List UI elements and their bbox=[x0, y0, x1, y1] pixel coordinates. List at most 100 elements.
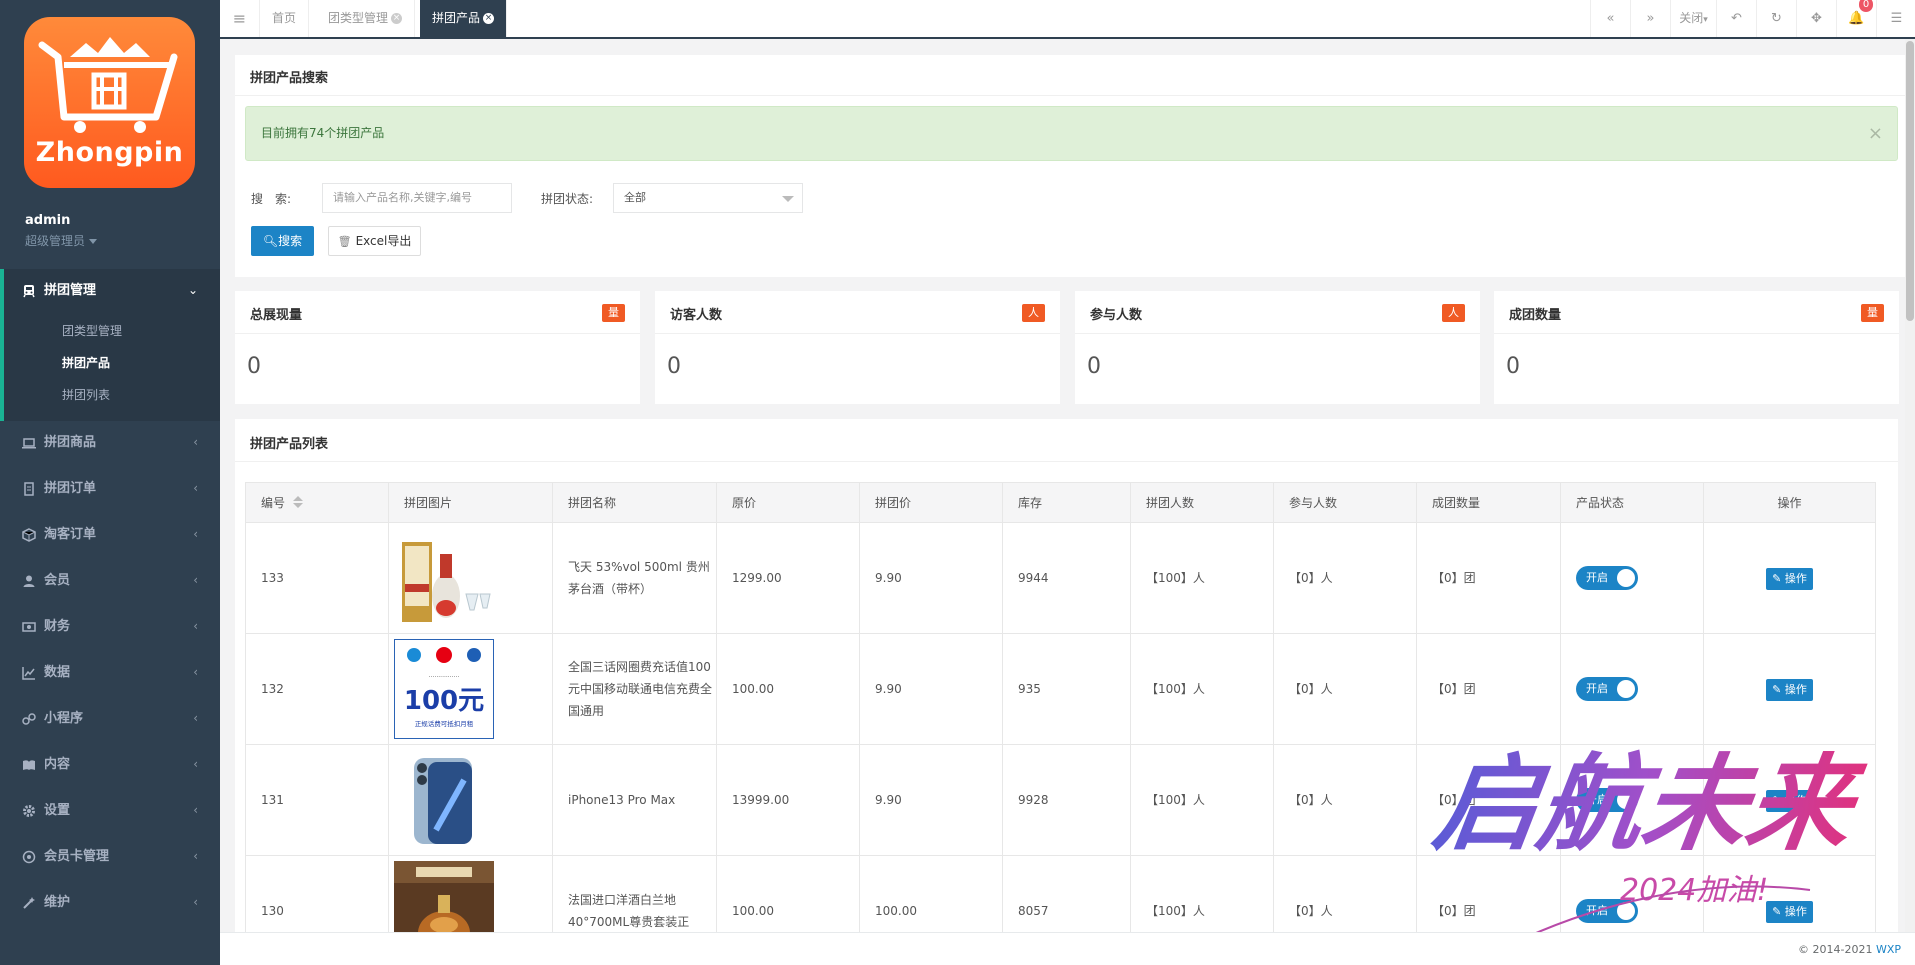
cell-joined: 【0】人 bbox=[1273, 633, 1417, 745]
stat-card-participants: 参与人数 人 0 bbox=[1075, 291, 1480, 404]
chevron-left-icon: ‹ bbox=[193, 895, 198, 909]
user-role-dropdown[interactable]: 超级管理员 bbox=[25, 232, 98, 249]
cell-joined: 【0】人 bbox=[1273, 522, 1417, 634]
chevron-left-icon: ‹ bbox=[193, 803, 198, 817]
sidebar-group-miniprogram[interactable]: 小程序 bbox=[22, 709, 83, 729]
user-name[interactable]: admin bbox=[25, 213, 70, 228]
back-icon[interactable]: ↶ bbox=[1716, 0, 1756, 37]
sidebar-group-label: 拼团管理 bbox=[44, 283, 97, 298]
scroll-tabs-left-icon[interactable]: « bbox=[1590, 0, 1630, 37]
stat-title: 成团数量 bbox=[1509, 308, 1562, 323]
product-thumbnail[interactable]: ················ 100元 正规话费可抵扣月租 bbox=[394, 639, 494, 739]
status-select[interactable]: 全部 bbox=[613, 183, 803, 213]
cell-group-price: 9.90 bbox=[859, 633, 1003, 745]
close-icon[interactable]: × bbox=[1868, 107, 1883, 160]
search-input[interactable]: 请输入产品名称,关键字,编号 bbox=[322, 183, 512, 213]
tab-bar: ≡ 首页 团类型管理 × 拼团产品 × « » 关闭▾ ↶ ↻ ✥ 🔔 0 ☰ bbox=[220, 0, 1915, 39]
sidebar-group-settings[interactable]: 设置 bbox=[22, 801, 70, 821]
cell-price: 100.00 bbox=[716, 633, 860, 745]
edit-icon: ✎ bbox=[1772, 571, 1782, 585]
product-thumbnail[interactable] bbox=[394, 750, 494, 850]
status-toggle[interactable]: 开启 bbox=[1576, 566, 1638, 590]
scroll-tabs-right-icon[interactable]: » bbox=[1630, 0, 1670, 37]
close-icon[interactable]: × bbox=[391, 13, 403, 24]
search-button[interactable]: 🔍︎搜索 bbox=[251, 226, 314, 256]
divider bbox=[235, 461, 1898, 462]
sidebar-item-group-products[interactable]: 拼团产品 bbox=[62, 354, 110, 372]
status-select-value: 全部 bbox=[624, 191, 646, 204]
sidebar-group-content[interactable]: 内容 bbox=[22, 755, 70, 775]
move-icon[interactable]: ✥ bbox=[1796, 0, 1836, 37]
sidebar-item-group-types[interactable]: 团类型管理 bbox=[62, 322, 122, 340]
sidebar-group-maintenance[interactable]: 维护 bbox=[22, 893, 70, 913]
close-icon[interactable]: × bbox=[483, 13, 495, 24]
column-header-id[interactable]: 编号 bbox=[245, 482, 389, 523]
status-toggle[interactable]: 开启 bbox=[1576, 677, 1638, 701]
sidebar-group-members[interactable]: 会员 bbox=[22, 571, 70, 591]
cell-group-size: 【100】人 bbox=[1130, 744, 1274, 856]
sidebar-group-orders[interactable]: 拼团订单 bbox=[22, 479, 96, 499]
product-thumbnail[interactable] bbox=[394, 528, 494, 628]
thumb-recharge-amount: 100元 bbox=[404, 686, 484, 716]
footer-link[interactable]: WXP bbox=[1876, 943, 1901, 956]
chevron-left-icon: ‹ bbox=[193, 619, 198, 633]
copyright: © 2014-2021 WXP bbox=[1798, 943, 1901, 956]
divider bbox=[1494, 333, 1899, 334]
tab-label: 首页 bbox=[272, 11, 297, 25]
cell-stock: 935 bbox=[1002, 633, 1131, 745]
notifications-button[interactable]: 🔔 0 bbox=[1836, 0, 1876, 37]
cell-image bbox=[388, 522, 553, 634]
operate-button[interactable]: ✎ 操作 bbox=[1766, 678, 1813, 701]
cell-id: 132 bbox=[245, 633, 389, 745]
edit-icon: ✎ bbox=[1772, 682, 1782, 696]
card-icon bbox=[22, 850, 36, 864]
cell-status: 开启 bbox=[1560, 522, 1704, 634]
column-header-status: 产品状态 bbox=[1560, 482, 1704, 523]
scrollbar-thumb[interactable] bbox=[1906, 41, 1914, 321]
sidebar-group-group-buy[interactable]: 拼团管理 bbox=[22, 281, 202, 301]
status-toggle-label: 开启 bbox=[1586, 571, 1608, 584]
sidebar-group-label: 会员 bbox=[44, 573, 71, 588]
close-tabs-label: 关闭 bbox=[1679, 11, 1704, 25]
sidebar-group-data[interactable]: 数据 bbox=[22, 663, 70, 683]
cell-stock: 9944 bbox=[1002, 522, 1131, 634]
list-panel-title: 拼团产品列表 bbox=[250, 437, 329, 452]
stat-card-groups-formed: 成团数量 量 0 bbox=[1494, 291, 1899, 404]
cell-id: 133 bbox=[245, 522, 389, 634]
sidebar-group-label: 拼团订单 bbox=[44, 481, 97, 496]
close-tabs-dropdown[interactable]: 关闭▾ bbox=[1670, 0, 1716, 37]
trash-icon: 🗑︎ bbox=[337, 235, 352, 248]
cell-name: 飞天 53%vol 500ml 贵州茅台酒（带杯） bbox=[552, 522, 717, 634]
sort-icon[interactable] bbox=[293, 496, 304, 511]
sidebar-group-goods[interactable]: 拼团商品 bbox=[22, 433, 96, 453]
stat-badge: 人 bbox=[1442, 304, 1465, 322]
chevron-left-icon: ‹ bbox=[193, 665, 198, 679]
sidebar-group-label: 会员卡管理 bbox=[44, 849, 110, 864]
sidebar-group-label: 内容 bbox=[44, 757, 71, 772]
toggle-knob bbox=[1617, 569, 1635, 587]
tab-home[interactable]: 首页 bbox=[260, 0, 310, 37]
sidebar-group-finance[interactable]: 财务 bbox=[22, 617, 70, 637]
stat-badge: 量 bbox=[602, 304, 625, 322]
column-header-stock: 库存 bbox=[1002, 482, 1131, 523]
page-scrollbar[interactable] bbox=[1905, 39, 1915, 932]
sidebar-group-taoke-orders[interactable]: 淘客订单 bbox=[22, 525, 96, 545]
refresh-icon[interactable]: ↻ bbox=[1756, 0, 1796, 37]
sidebar-item-group-list[interactable]: 拼团列表 bbox=[62, 386, 110, 404]
brand-logo: Zhongpin bbox=[24, 17, 195, 188]
stat-card-visitors: 访客人数 人 0 bbox=[655, 291, 1060, 404]
more-menu-icon[interactable]: ☰ bbox=[1876, 0, 1915, 37]
column-header-group-size: 拼团人数 bbox=[1130, 482, 1274, 523]
toggle-knob bbox=[1617, 680, 1635, 698]
stat-value: 0 bbox=[1506, 354, 1520, 379]
menu-toggle-icon[interactable]: ≡ bbox=[220, 0, 260, 37]
sidebar-group-member-cards[interactable]: 会员卡管理 bbox=[22, 847, 109, 867]
excel-export-button[interactable]: 🗑︎ Excel导出 bbox=[328, 226, 421, 256]
cell-success: 【0】团 bbox=[1416, 522, 1561, 634]
tab-group-products[interactable]: 拼团产品 × bbox=[420, 0, 508, 37]
chevron-left-icon: ‹ bbox=[193, 435, 198, 449]
tab-group-types[interactable]: 团类型管理 × bbox=[316, 0, 416, 37]
operate-button[interactable]: ✎ 操作 bbox=[1766, 567, 1813, 590]
svg-text:················: ················ bbox=[429, 674, 460, 681]
column-header-action: 操作 bbox=[1703, 482, 1876, 523]
